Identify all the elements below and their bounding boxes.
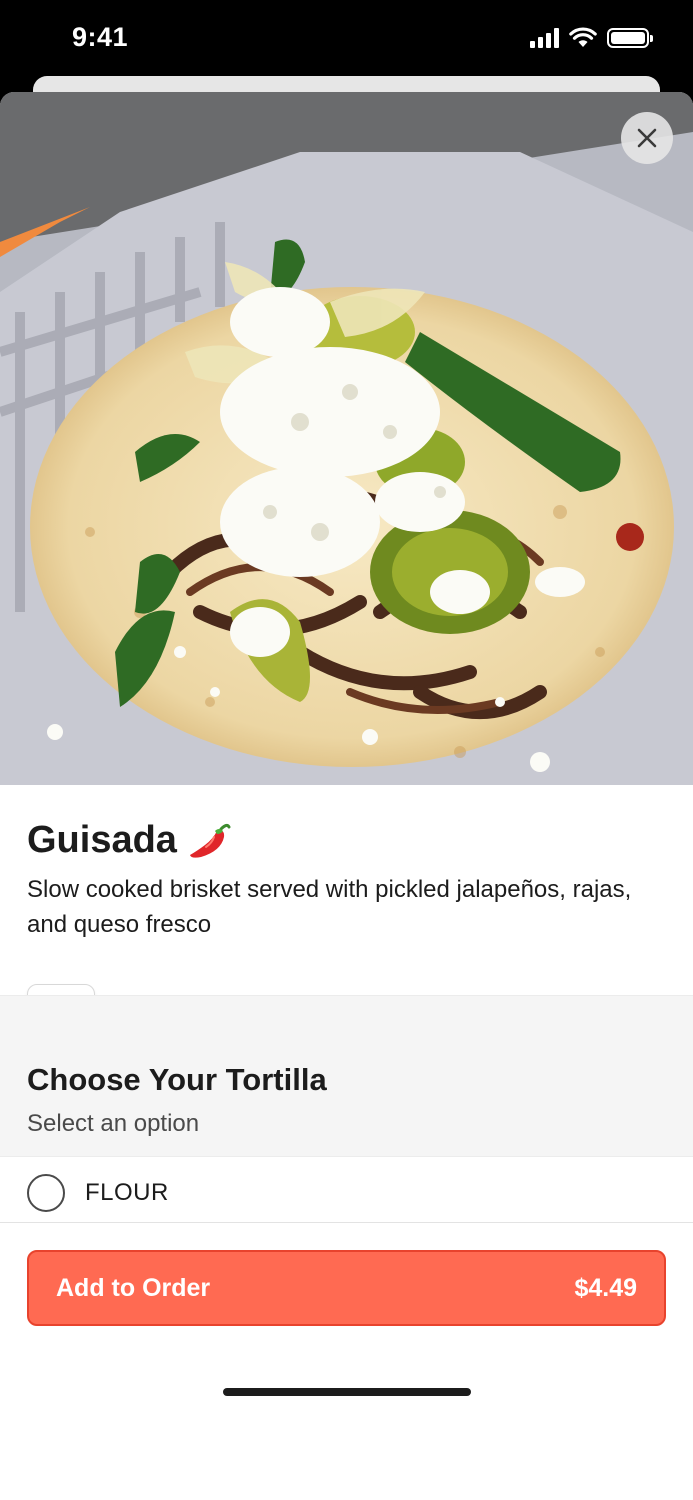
option-label: FLOUR: [85, 1179, 169, 1206]
item-title: Guisada: [27, 819, 177, 861]
option-row-flour[interactable]: FLOUR: [0, 1158, 693, 1228]
status-icons: [530, 27, 653, 48]
radio-button[interactable]: [27, 1174, 65, 1212]
close-button[interactable]: [621, 112, 673, 164]
status-time: 9:41: [72, 22, 129, 52]
item-description: Slow cooked brisket served with pickled …: [27, 876, 632, 938]
status-bar: 9:41: [0, 0, 693, 78]
option-group-subtitle: Select an option: [27, 1110, 200, 1137]
home-indicator: [223, 1388, 471, 1396]
close-icon: [637, 128, 657, 148]
battery-icon: [607, 28, 653, 48]
wifi-icon: [569, 27, 597, 47]
order-price: $4.49: [574, 1273, 637, 1302]
item-photo: [0, 92, 693, 785]
item-title-row: Guisada: [27, 819, 666, 862]
option-group-header: Choose Your Tortilla Select an option: [0, 995, 693, 1157]
bottom-bar: Add to Order $4.49: [0, 1222, 693, 1408]
add-to-order-button[interactable]: Add to Order $4.49: [27, 1250, 666, 1326]
add-to-order-label: Add to Order: [56, 1273, 211, 1302]
option-group-title: Choose Your Tortilla: [27, 1062, 327, 1097]
cellular-signal-icon: [530, 28, 559, 48]
chili-pepper-icon: [189, 823, 231, 858]
